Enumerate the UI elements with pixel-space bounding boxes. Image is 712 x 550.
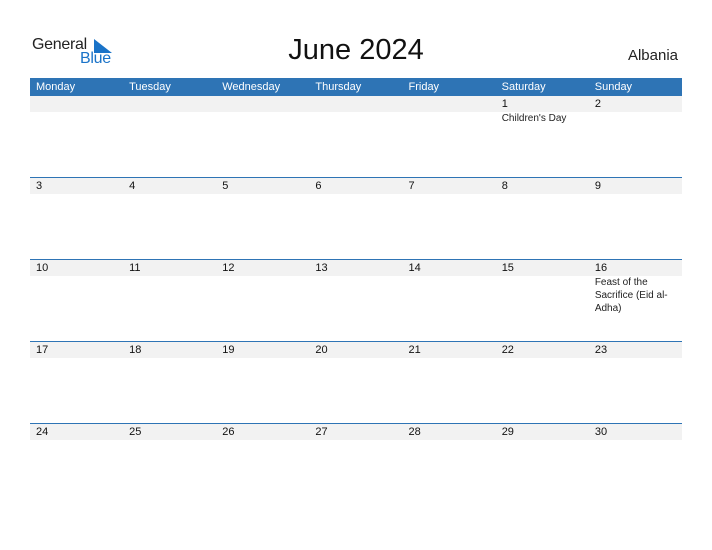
day-number: 6: [315, 180, 322, 192]
day-cell: 5: [216, 178, 309, 259]
day-number: 7: [408, 180, 415, 192]
holiday-label: Feast of the Sacrifice (Eid al-Adha): [594, 277, 668, 314]
day-cell: 7: [403, 178, 496, 259]
day-cell: 8: [496, 178, 589, 259]
calendar-grid: Monday Tuesday Wednesday Thursday Friday…: [30, 78, 682, 505]
day-number: 28: [408, 426, 421, 438]
day-cell: 17: [30, 342, 123, 423]
day-cell: 28: [403, 424, 496, 505]
day-cell: 27: [309, 424, 402, 505]
week-row: 10 11 12 13 14 15 16 Feast of the Sacrifice (Ei…: [30, 259, 682, 341]
weekday-friday: Friday: [408, 81, 440, 93]
day-number: 11: [129, 262, 141, 274]
holiday-label: Children's Day: [501, 113, 567, 124]
day-number: 18: [129, 344, 142, 356]
day-cell: 6: [309, 178, 402, 259]
day-cell: 30: [589, 424, 682, 505]
day-cell: 10: [30, 260, 123, 341]
day-cell: [216, 96, 309, 177]
weekday-sunday: Sunday: [594, 81, 633, 93]
day-cell: 29: [496, 424, 589, 505]
day-number: 29: [501, 426, 514, 438]
day-number: [129, 96, 216, 112]
weekday-tuesday: Tuesday: [129, 81, 171, 93]
day-cell: 15: [496, 260, 589, 341]
day-cell: 19: [216, 342, 309, 423]
day-cell: 21: [403, 342, 496, 423]
weekday-wednesday: Wednesday: [222, 81, 281, 93]
day-number: 24: [36, 426, 49, 438]
day-number: [36, 96, 123, 112]
day-cell: 1 Children's Day: [496, 96, 589, 177]
day-number: 19: [222, 344, 235, 356]
day-number: 15: [501, 262, 514, 274]
day-cell: 3: [30, 178, 123, 259]
week-row: 3 4 5 6 7 8 9: [30, 177, 682, 259]
day-cell: 18: [123, 342, 216, 423]
day-number: 2: [594, 98, 601, 110]
day-cell: 2: [589, 96, 682, 177]
day-number: 27: [315, 426, 328, 438]
day-number: [409, 96, 496, 112]
day-number: [315, 96, 402, 112]
day-number: 10: [36, 262, 49, 274]
day-cell: [123, 96, 216, 177]
day-cell: 14: [403, 260, 496, 341]
country-label: Albania: [627, 47, 678, 64]
day-number: 16: [594, 262, 608, 274]
day-number: 9: [594, 180, 601, 192]
day-cell: 4: [123, 178, 216, 259]
day-cell: 11: [123, 260, 216, 341]
weekday-saturday: Saturday: [501, 81, 546, 93]
day-number: 1: [501, 98, 508, 110]
day-number: 8: [501, 180, 508, 192]
day-number: 21: [408, 344, 421, 356]
day-number: 17: [36, 344, 49, 356]
day-number: 5: [222, 180, 229, 192]
day-cell: 22: [496, 342, 589, 423]
weekday-header: Monday Tuesday Wednesday Thursday Friday…: [30, 78, 682, 96]
day-cell: 16 Feast of the Sacrifice (Eid al-Adha): [589, 260, 682, 341]
day-cell: 25: [123, 424, 216, 505]
day-cell: [309, 96, 402, 177]
week-row: 17 18 19 20 21 22 23: [30, 341, 682, 423]
day-cell: [30, 96, 123, 177]
day-number: 12: [222, 262, 235, 274]
weeks-container: 1 Children's Day 2 3 4 5 6 7 8 9 10 11 12 13 14 15 16 Fea…: [30, 96, 682, 505]
page-title: June 2024: [288, 34, 424, 66]
weekday-monday: Monday: [36, 81, 76, 93]
day-number: 3: [36, 180, 43, 192]
day-cell: 9: [589, 178, 682, 259]
day-number: 13: [315, 262, 328, 274]
weekday-thursday: Thursday: [315, 81, 362, 93]
day-number: 22: [501, 344, 514, 356]
day-cell: 23: [589, 342, 682, 423]
day-number: 25: [129, 426, 142, 438]
day-number: 20: [315, 344, 328, 356]
day-cell: 12: [216, 260, 309, 341]
day-number: 26: [222, 426, 235, 438]
day-cell: 20: [309, 342, 402, 423]
week-row: 24 25 26 27 28 29 30: [30, 423, 682, 505]
day-number: [222, 96, 309, 112]
week-row: 1 Children's Day 2: [30, 96, 682, 177]
day-number: 14: [408, 262, 421, 274]
day-number: 4: [129, 180, 136, 192]
day-cell: 13: [309, 260, 402, 341]
day-number: 23: [594, 344, 608, 356]
day-cell: 26: [216, 424, 309, 505]
day-number: 30: [594, 426, 608, 438]
day-cell: [403, 96, 496, 177]
day-cell: 24: [30, 424, 123, 505]
